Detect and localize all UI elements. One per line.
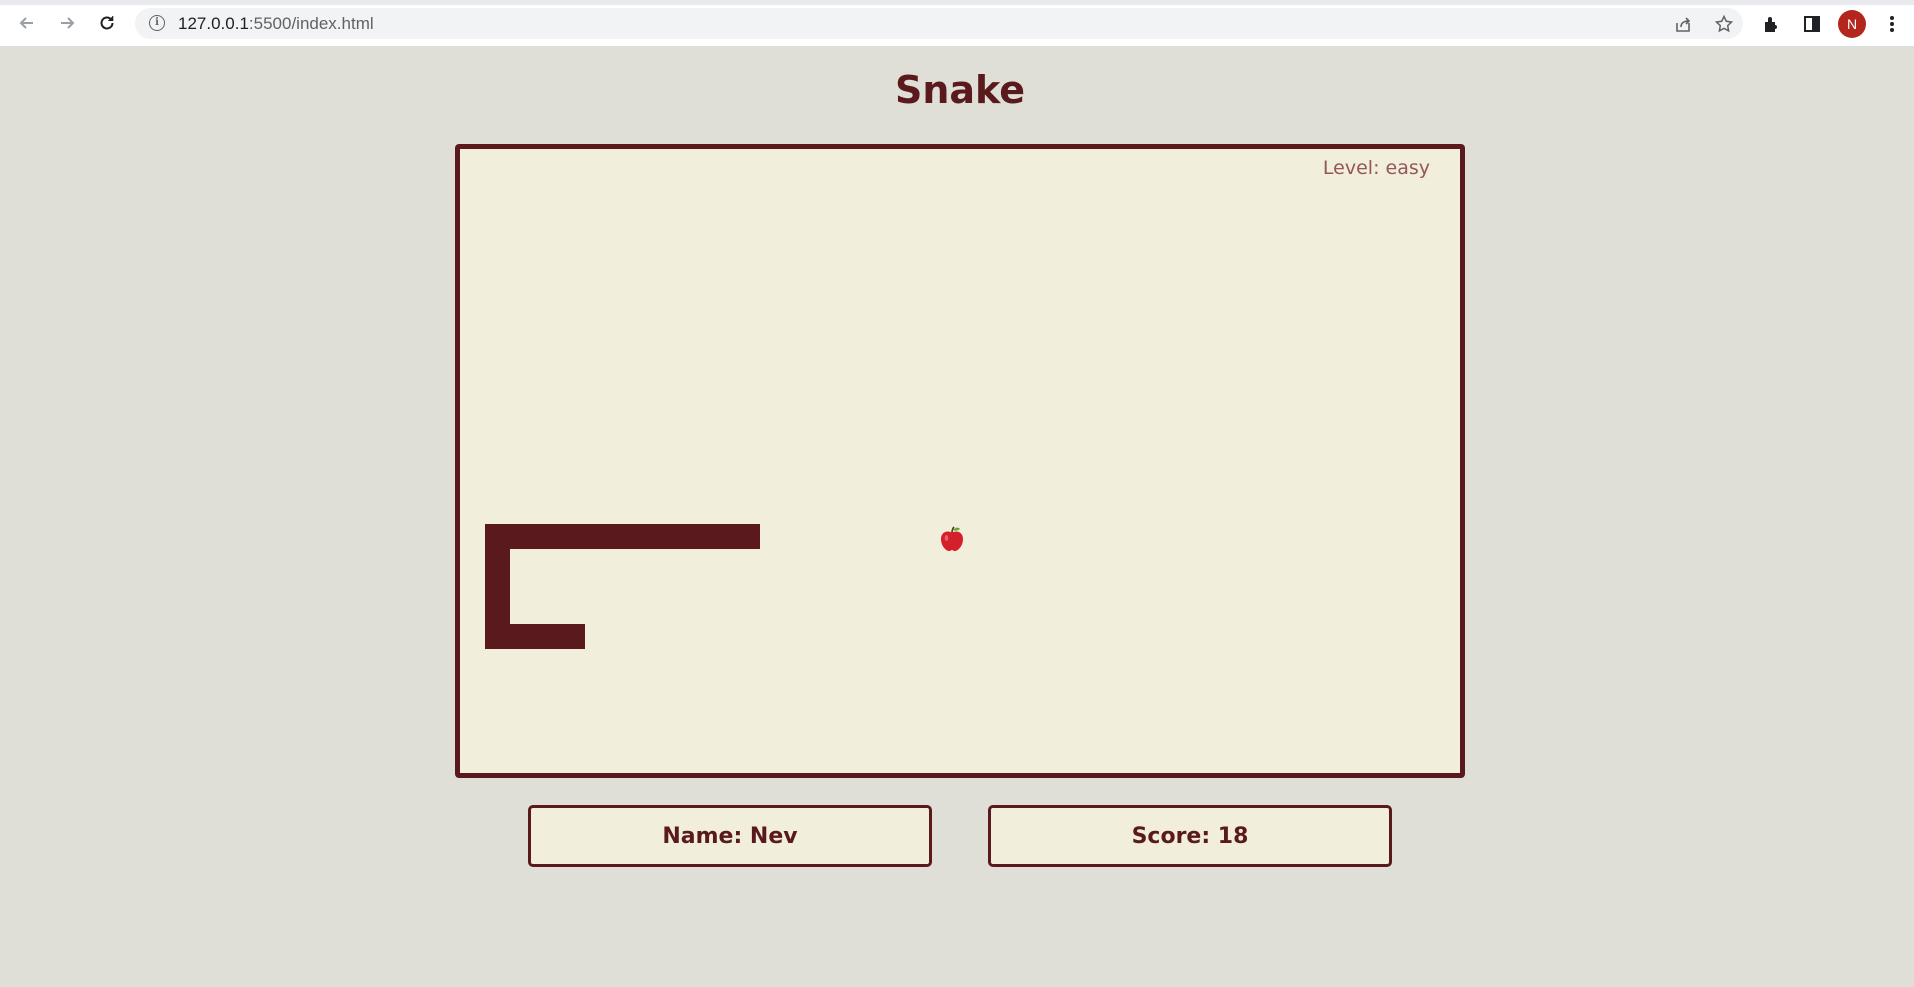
- reload-button[interactable]: [89, 9, 125, 37]
- reload-icon: [100, 16, 114, 30]
- back-icon: [19, 17, 33, 29]
- snake-segment: [485, 524, 760, 549]
- page-title: Snake: [894, 68, 1026, 112]
- back-button[interactable]: [9, 9, 45, 37]
- snake-segment: [485, 624, 585, 649]
- level-label: Level: easy: [1322, 157, 1430, 179]
- apple-icon: [941, 526, 963, 551]
- player-name-box: Name: Nev: [528, 805, 932, 867]
- forward-icon: [61, 17, 75, 29]
- side-panel-icon[interactable]: [1799, 11, 1825, 37]
- extensions-icon[interactable]: [1759, 11, 1785, 37]
- player-name-text: Name: Nev: [662, 823, 798, 849]
- url-text[interactable]: 127.0.0.1:5500/index.html: [178, 14, 374, 34]
- score-text: Score: 18: [1131, 823, 1249, 849]
- star-icon[interactable]: [1713, 13, 1735, 35]
- browser-toolbar: i 127.0.0.1:5500/index.html N: [0, 0, 1914, 47]
- share-icon[interactable]: [1672, 13, 1694, 35]
- game-board[interactable]: Level: easy: [455, 144, 1465, 778]
- menu-icon[interactable]: [1879, 11, 1905, 37]
- profile-avatar[interactable]: N: [1838, 10, 1866, 38]
- site-info-icon[interactable]: i: [149, 15, 165, 31]
- forward-button[interactable]: [49, 9, 85, 37]
- score-box: Score: 18: [988, 805, 1392, 867]
- tab-strip-edge: [0, 0, 1914, 5]
- address-bar[interactable]: i 127.0.0.1:5500/index.html: [135, 8, 1743, 39]
